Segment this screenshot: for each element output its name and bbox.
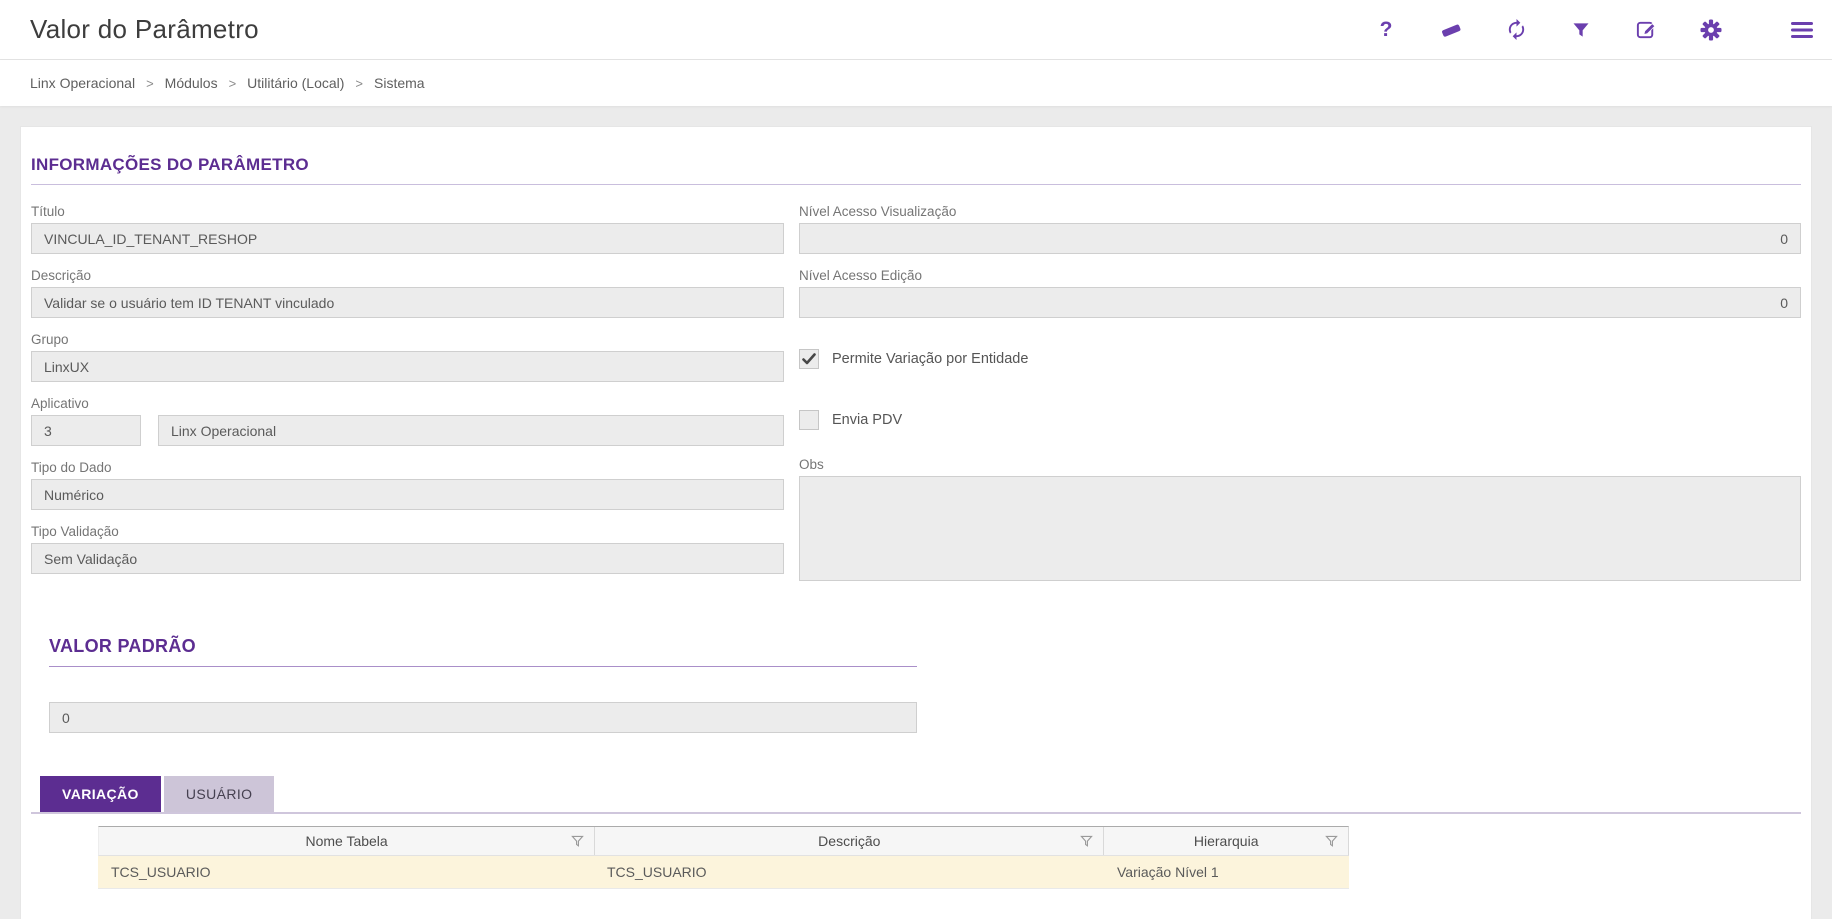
tipo-validacao-label: Tipo Validação xyxy=(31,524,784,539)
obs-label: Obs xyxy=(799,457,1801,472)
breadcrumb-separator: > xyxy=(146,76,154,91)
breadcrumb-item-modulos[interactable]: Módulos xyxy=(165,75,218,91)
titulo-label: Título xyxy=(31,204,784,219)
permite-variacao-checkbox[interactable]: Permite Variação por Entidade xyxy=(799,349,1801,369)
clear-button[interactable] xyxy=(1439,16,1463,44)
column-header-hierarquia[interactable]: Hierarquia xyxy=(1103,827,1348,855)
table-row[interactable]: TCS_USUARIO TCS_USUARIO Variação Nível 1 xyxy=(98,856,1349,889)
nivel-edicao-label: Nível Acesso Edição xyxy=(799,268,1801,283)
obs-textarea[interactable] xyxy=(799,476,1801,581)
permite-variacao-label: Permite Variação por Entidade xyxy=(832,351,1028,367)
column-header-label: Nome Tabela xyxy=(305,833,387,849)
settings-button[interactable] xyxy=(1699,16,1723,44)
aplicativo-label: Aplicativo xyxy=(31,396,784,411)
column-header-nome-tabela[interactable]: Nome Tabela xyxy=(99,827,594,855)
breadcrumb-item-sistema[interactable]: Sistema xyxy=(374,75,425,91)
checkbox-unchecked-icon xyxy=(799,410,819,430)
column-filter-icon[interactable] xyxy=(571,835,584,851)
gear-icon xyxy=(1700,19,1722,41)
tipo-dado-label: Tipo do Dado xyxy=(31,460,784,475)
aplicativo-nome-input[interactable] xyxy=(158,415,784,446)
descricao-input[interactable] xyxy=(31,287,784,318)
content-card: INFORMAÇÕES DO PARÂMETRO Título Descriçã… xyxy=(20,126,1812,919)
titulo-input[interactable] xyxy=(31,223,784,254)
help-icon: ? xyxy=(1380,19,1393,40)
grupo-input[interactable] xyxy=(31,351,784,382)
section-title-informacoes: INFORMAÇÕES DO PARÂMETRO xyxy=(31,155,1801,175)
refresh-button[interactable] xyxy=(1504,16,1528,44)
breadcrumb-separator: > xyxy=(355,76,363,91)
breadcrumb-item-linx-operacional[interactable]: Linx Operacional xyxy=(30,75,135,91)
breadcrumb: Linx Operacional > Módulos > Utilitário … xyxy=(0,60,1832,106)
nivel-visualizacao-input[interactable] xyxy=(799,223,1801,254)
tab-bar: VARIAÇÃO USUÁRIO xyxy=(40,776,1801,812)
title-bar: Valor do Parâmetro ? xyxy=(0,0,1832,60)
section-informacoes-parametro: INFORMAÇÕES DO PARÂMETRO Título Descriçã… xyxy=(31,155,1801,586)
cell-hierarquia: Variação Nível 1 xyxy=(1104,856,1349,888)
page-background: INFORMAÇÕES DO PARÂMETRO Título Descriçã… xyxy=(0,106,1832,919)
checkbox-checked-icon xyxy=(799,349,819,369)
column-header-label: Descrição xyxy=(818,833,880,849)
column-filter-icon[interactable] xyxy=(1080,835,1093,851)
grupo-label: Grupo xyxy=(31,332,784,347)
filter-button[interactable] xyxy=(1569,16,1593,44)
column-header-label: Hierarquia xyxy=(1194,833,1259,849)
menu-button[interactable] xyxy=(1790,16,1814,44)
tipo-dado-input[interactable] xyxy=(31,479,784,510)
tab-usuario[interactable]: USUÁRIO xyxy=(164,776,275,812)
cell-descricao: TCS_USUARIO xyxy=(594,856,1104,888)
descricao-label: Descrição xyxy=(31,268,784,283)
breadcrumb-item-utilitario-local[interactable]: Utilitário (Local) xyxy=(247,75,344,91)
envia-pdv-checkbox[interactable]: Envia PDV xyxy=(799,410,1801,430)
section-valor-padrao: VALOR PADRÃO xyxy=(49,636,917,733)
filter-icon xyxy=(1571,20,1591,40)
tab-variacao[interactable]: VARIAÇÃO xyxy=(40,776,161,812)
edit-button[interactable] xyxy=(1634,16,1658,44)
aplicativo-codigo-input[interactable] xyxy=(31,415,141,446)
table-header-row: Nome Tabela Descrição Hierarquia xyxy=(98,826,1349,856)
envia-pdv-label: Envia PDV xyxy=(832,412,902,428)
hamburger-menu-icon xyxy=(1791,21,1813,39)
breadcrumb-separator: > xyxy=(229,76,237,91)
variacao-table: Nome Tabela Descrição Hierarquia xyxy=(98,826,1349,889)
refresh-icon xyxy=(1505,18,1528,41)
cell-nome-tabela: TCS_USUARIO xyxy=(98,856,594,888)
column-filter-icon[interactable] xyxy=(1325,835,1338,851)
help-button[interactable]: ? xyxy=(1374,16,1398,44)
nivel-edicao-input[interactable] xyxy=(799,287,1801,318)
nivel-visualizacao-label: Nível Acesso Visualização xyxy=(799,204,1801,219)
eraser-icon xyxy=(1439,19,1463,41)
edit-icon xyxy=(1635,18,1658,41)
page-title: Valor do Parâmetro xyxy=(30,14,259,45)
column-header-descricao[interactable]: Descrição xyxy=(594,827,1103,855)
toolbar-icons: ? xyxy=(1374,16,1814,44)
section-divider xyxy=(49,666,917,667)
tab-divider xyxy=(31,812,1801,814)
tipo-validacao-input[interactable] xyxy=(31,543,784,574)
section-title-valor-padrao: VALOR PADRÃO xyxy=(49,636,917,657)
valor-padrao-input[interactable] xyxy=(49,702,917,733)
